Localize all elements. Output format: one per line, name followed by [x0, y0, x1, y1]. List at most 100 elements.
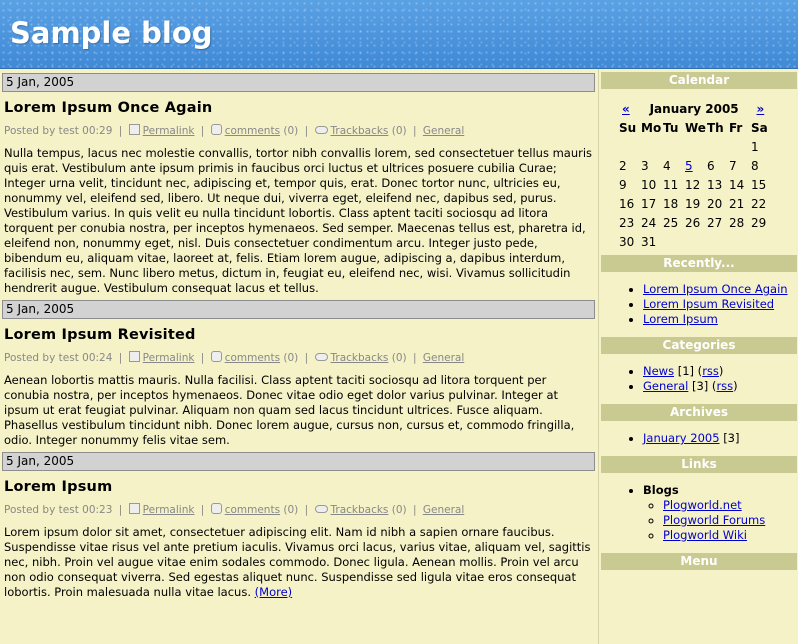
separator: | — [412, 352, 417, 364]
list-item: Plogworld Wiki — [663, 528, 798, 543]
permalink-link[interactable]: Permalink — [143, 125, 195, 137]
calendar-title: Calendar — [601, 72, 797, 89]
separator: | — [200, 504, 205, 516]
list-item: Lorem Ipsum Revisited — [643, 297, 798, 312]
calendar-day: 9 — [619, 177, 627, 192]
calendar-weekday: Tu — [663, 120, 679, 135]
calendar-day — [707, 232, 729, 251]
calendar-day — [729, 137, 751, 156]
post: 5 Jan, 2005 Lorem Ipsum Posted by test 0… — [0, 452, 598, 600]
post: 5 Jan, 2005 Lorem Ipsum Revisited Posted… — [0, 300, 598, 448]
calendar-day: 10 — [641, 177, 657, 192]
separator: | — [304, 125, 309, 137]
post-body: Lorem ipsum dolor sit amet, consectetuer… — [4, 525, 594, 600]
more-link[interactable]: (More) — [255, 585, 292, 599]
category-link[interactable]: General — [643, 379, 688, 393]
comments-link[interactable]: comments — [225, 504, 280, 516]
calendar-day — [685, 232, 707, 251]
calendar-day: 28 — [729, 215, 745, 230]
separator: | — [304, 352, 309, 364]
category-link[interactable]: News — [643, 364, 674, 378]
calendar-weekday: Su — [619, 120, 637, 135]
calendar-month: January 2005 — [649, 101, 739, 116]
blog-link[interactable]: Plogworld Forums — [663, 513, 765, 527]
calendar-week: 23 24 25 26 27 28 29 — [619, 213, 773, 232]
main-content: 5 Jan, 2005 Lorem Ipsum Once Again Poste… — [0, 69, 598, 644]
calendar-week: 1 — [619, 137, 773, 156]
calendar-weekday: Mo — [641, 120, 662, 135]
calendar-day: 31 — [641, 234, 657, 249]
trackbacks-link[interactable]: Trackbacks — [331, 352, 389, 364]
calendar-day: 4 — [663, 158, 671, 173]
sidebar: Calendar « January 2005 » Su Mo Tu We Th Fr Sa… — [598, 69, 798, 644]
calendar-week: 2345678 — [619, 156, 773, 175]
calendar-day: 16 — [619, 196, 635, 211]
category-link[interactable]: General — [423, 125, 464, 137]
calendar-day: 8 — [751, 158, 759, 173]
archive-link[interactable]: January 2005 — [643, 431, 720, 445]
comment-bubble-icon — [210, 503, 222, 514]
comments-link[interactable]: comments — [225, 125, 280, 137]
list-item: January 2005 [3] — [643, 431, 798, 446]
calendar-day: 21 — [729, 196, 745, 211]
calendar-day-link[interactable]: 5 — [685, 159, 693, 173]
blog-link[interactable]: Plogworld.net — [663, 498, 742, 512]
calendar-day: 24 — [641, 215, 657, 230]
post-body: Nulla tempus, lacus nec molestie convall… — [4, 146, 593, 295]
post-meta: Posted by test 00:29 | Permalink | comme… — [4, 124, 598, 137]
post-meta: Posted by test 00:24 | Permalink | comme… — [4, 351, 598, 364]
recent-posts-list: Lorem Ipsum Once AgainLorem Ipsum Revisi… — [599, 282, 798, 327]
post-title[interactable]: Lorem Ipsum — [4, 479, 598, 495]
calendar-day: 13 — [707, 177, 723, 192]
category-link[interactable]: General — [423, 352, 464, 364]
comments-link[interactable]: comments — [225, 352, 280, 364]
calendar-day: 6 — [707, 158, 715, 173]
category-link[interactable]: General — [423, 504, 464, 516]
page-icon — [128, 124, 140, 135]
site-header: Sample blog — [0, 0, 798, 69]
recent-post-link[interactable]: Lorem Ipsum Once Again — [643, 282, 788, 296]
blog-link[interactable]: Plogworld Wiki — [663, 528, 747, 542]
recent-post-link[interactable]: Lorem Ipsum — [643, 312, 718, 326]
comments-count: (0) — [283, 125, 299, 137]
rss-link[interactable]: rss — [702, 364, 719, 378]
page-icon — [128, 351, 140, 362]
permalink-link[interactable]: Permalink — [143, 504, 195, 516]
calendar-weekday: We — [685, 120, 706, 135]
comments-count: (0) — [283, 352, 299, 364]
site-title[interactable]: Sample blog — [10, 16, 213, 50]
trackbacks-link[interactable]: Trackbacks — [331, 125, 389, 137]
post-body: Aenean lobortis mattis mauris. Nulla fac… — [4, 373, 575, 447]
separator: | — [412, 504, 417, 516]
calendar-weekdays: Su Mo Tu We Th Fr Sa — [619, 118, 773, 137]
rss-link[interactable]: rss — [716, 379, 733, 393]
calendar: « January 2005 » Su Mo Tu We Th Fr Sa 12345678… — [619, 95, 773, 251]
calendar-day — [619, 137, 641, 156]
calendar-day: 25 — [663, 215, 679, 230]
separator: | — [118, 352, 123, 364]
recent-post-link[interactable]: Lorem Ipsum Revisited — [643, 297, 774, 311]
calendar-day: 22 — [751, 196, 767, 211]
calendar-day — [663, 137, 685, 156]
permalink-link[interactable]: Permalink — [143, 352, 195, 364]
calendar-day: 2 — [619, 158, 627, 173]
separator: | — [412, 125, 417, 137]
list-item: General [3] (rss) — [643, 379, 798, 394]
post-title[interactable]: Lorem Ipsum Once Again — [4, 100, 598, 116]
trackbacks-count: (0) — [391, 504, 407, 516]
calendar-day — [641, 137, 663, 156]
calendar-day: 11 — [663, 177, 679, 192]
calendar-days: 1 2 3 4 5 6 7 8 9 10 11 12 13 14 15 16 17 18 19 20 21 22 23 24 2… — [619, 137, 773, 251]
calendar-prev-link[interactable]: « — [622, 102, 630, 116]
trackbacks-link[interactable]: Trackbacks — [331, 504, 389, 516]
comments-count: (0) — [283, 504, 299, 516]
chain-link-icon — [314, 126, 328, 134]
chain-link-icon — [314, 505, 328, 513]
separator: | — [304, 504, 309, 516]
calendar-week: 30 31 — [619, 232, 773, 251]
categories-title: Categories — [601, 337, 797, 354]
post-title[interactable]: Lorem Ipsum Revisited — [4, 327, 598, 343]
calendar-next-link[interactable]: » — [756, 102, 764, 116]
calendar-day: 30 — [619, 234, 635, 249]
category-count: [1] — [677, 364, 695, 378]
